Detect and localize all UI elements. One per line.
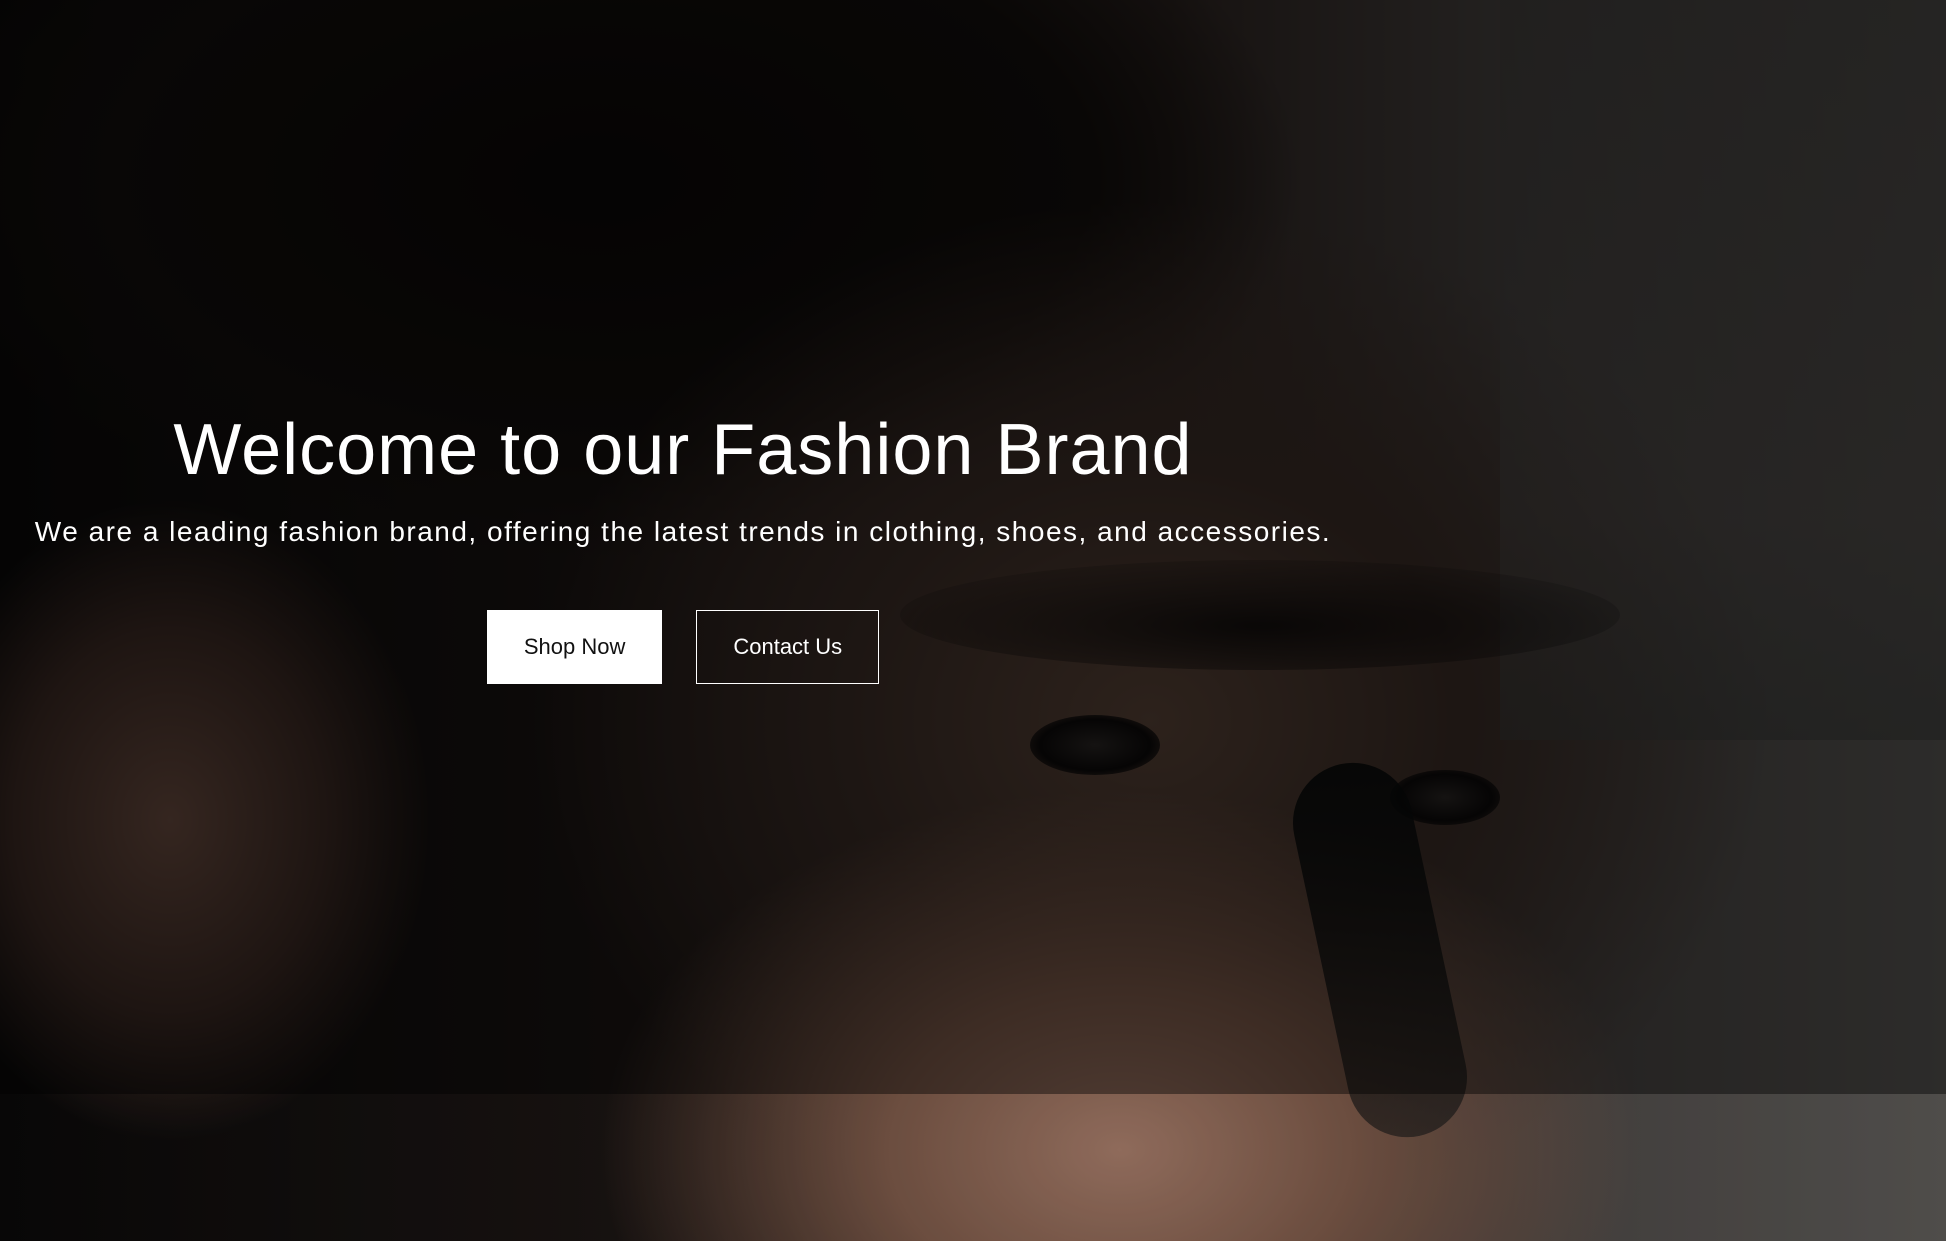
shop-now-button[interactable]: Shop Now (486, 610, 663, 684)
page: Welcome to our Fashion Brand We are a le… (0, 0, 1946, 1241)
hero-button-group: Shop Now Contact Us (0, 610, 1366, 684)
hero-bottom-strip (0, 1094, 1946, 1241)
contact-us-button[interactable]: Contact Us (696, 610, 880, 684)
hero-subtitle: We are a leading fashion brand, offering… (34, 516, 1332, 547)
hero-section: Welcome to our Fashion Brand We are a le… (0, 400, 1366, 684)
hero-title: Welcome to our Fashion Brand (173, 410, 1193, 490)
